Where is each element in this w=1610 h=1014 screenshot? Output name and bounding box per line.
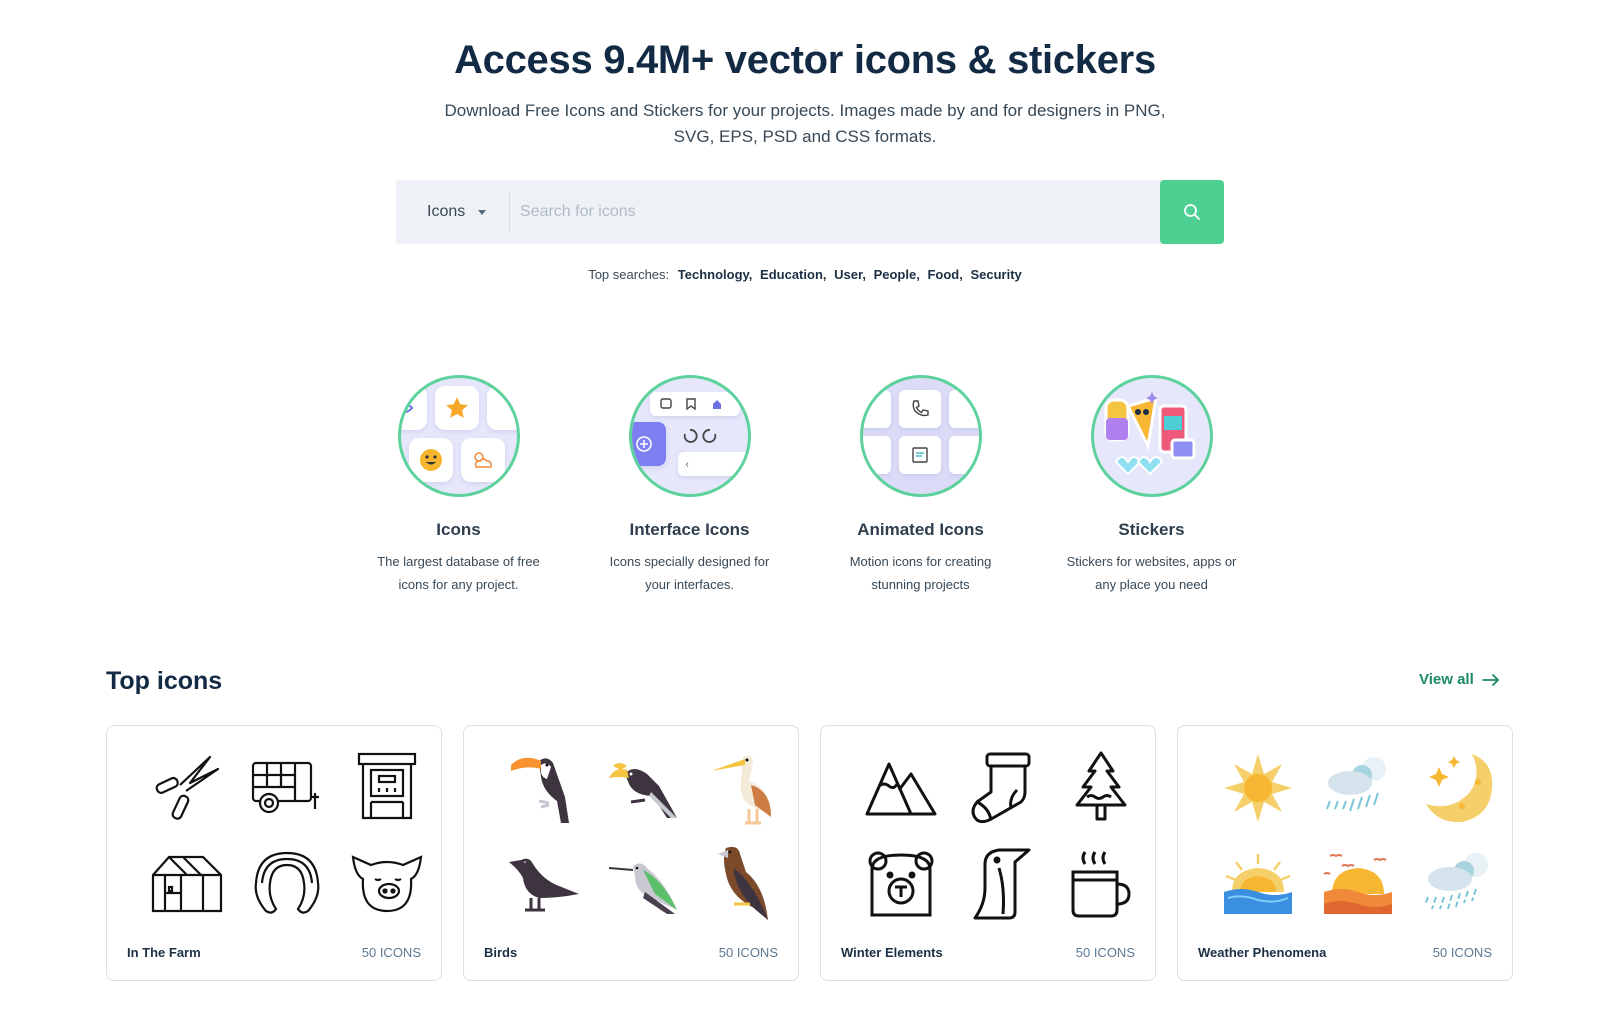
pack-name: Birds xyxy=(484,945,518,960)
toolbar-icons xyxy=(659,398,721,411)
top-search-link[interactable]: Security xyxy=(970,267,1021,282)
sunset-icon xyxy=(1323,854,1392,914)
top-searches-label: Top searches: xyxy=(588,267,670,282)
search-type-label: Icons xyxy=(427,203,466,220)
category-description: Motion icons for creating stunning proje… xyxy=(849,554,992,592)
caret-down-icon xyxy=(478,209,487,215)
hot-drink-icon xyxy=(1071,851,1131,918)
hornbill-icon xyxy=(609,763,677,818)
stickers-preview-image xyxy=(1090,375,1213,497)
view-all-label: View all xyxy=(1419,671,1474,688)
bear-icon xyxy=(868,851,934,917)
category-animated-icons[interactable]: Animated Icons Motion icons for creating… xyxy=(805,375,1036,596)
eye-icon xyxy=(400,403,413,413)
stickers-collage xyxy=(1104,392,1195,476)
icons-preview-image xyxy=(397,375,520,497)
category-title: Icons xyxy=(436,520,481,539)
pack-card[interactable]: Winter Elements 50 ICONS xyxy=(820,725,1156,981)
phone-icon xyxy=(912,400,929,417)
eagle-icon xyxy=(718,846,768,920)
horseshoe-icon xyxy=(254,851,320,914)
top-icons-title: Top icons xyxy=(106,667,223,695)
penguin-icon xyxy=(973,848,1031,920)
moon-stars-icon xyxy=(1426,754,1493,823)
icon-packs: In The Farm 50 ICONS Birds 50 ICONS Wint… xyxy=(106,725,1513,981)
rain-cloud-icon xyxy=(1326,757,1386,812)
toucan-icon xyxy=(511,757,569,823)
top-search-link[interactable]: People xyxy=(874,267,917,282)
category-list: Icons The largest database of free icons… xyxy=(0,375,1610,596)
category-stickers[interactable]: Stickers Stickers for websites, apps or … xyxy=(1036,375,1267,596)
sun-icon xyxy=(1224,754,1292,822)
animated-icons-preview-image xyxy=(859,375,982,497)
note-icon xyxy=(911,447,928,463)
greenhouse-icon xyxy=(151,855,223,913)
category-interface-icons[interactable]: ‹ Interface Icons Icons specially design… xyxy=(574,375,805,596)
pine-tree-icon xyxy=(1075,751,1127,821)
category-title: Interface Icons xyxy=(629,520,750,539)
sock-icon xyxy=(971,752,1031,824)
top-search-link[interactable]: Education xyxy=(760,267,823,282)
cloudy-sun-icon xyxy=(473,452,492,468)
pack-card[interactable]: Weather Phenomena 50 ICONS xyxy=(1177,725,1513,981)
incubator-icon xyxy=(357,752,417,820)
arrow-right-icon xyxy=(1481,673,1499,686)
pig-icon xyxy=(351,855,423,913)
interface-icons-preview-image: ‹ xyxy=(628,375,751,497)
sunrise-sea-icon xyxy=(1224,854,1292,914)
category-title: Animated Icons xyxy=(857,520,984,539)
undo-redo-icons xyxy=(683,429,716,443)
crow-icon xyxy=(509,858,579,912)
search-type-dropdown[interactable]: Icons xyxy=(396,192,510,232)
pack-count: 50 ICONS xyxy=(718,945,778,960)
pack-name: In The Farm xyxy=(127,945,201,960)
top-search-link[interactable]: User xyxy=(834,267,862,282)
star-icon xyxy=(445,397,468,418)
hero-title: Access 9.4M+ vector icons & stickers xyxy=(454,38,1156,82)
view-all-link[interactable]: View all xyxy=(1419,671,1500,688)
top-searches: Top searches: Technology, Education, Use… xyxy=(588,267,1022,282)
search-icon xyxy=(1184,204,1200,220)
search-input[interactable] xyxy=(510,180,1160,244)
category-icons[interactable]: Icons The largest database of free icons… xyxy=(343,375,574,596)
heavy-rain-icon xyxy=(1424,853,1488,910)
add-circle-icon xyxy=(635,436,652,452)
pack-count: 50 ICONS xyxy=(361,945,421,960)
category-description: The largest database of free icons for a… xyxy=(377,554,540,592)
livestock-trailer-icon xyxy=(251,761,319,814)
hummingbird-icon xyxy=(608,863,677,914)
pelican-icon xyxy=(711,755,771,825)
pack-count: 50 ICONS xyxy=(1075,945,1135,960)
pack-name: Winter Elements xyxy=(841,945,943,960)
top-search-link[interactable]: Technology xyxy=(678,267,749,282)
pruning-shears-icon xyxy=(155,755,220,820)
category-description: Icons specially designed for your interf… xyxy=(609,554,770,592)
top-search-link[interactable]: Food xyxy=(927,267,959,282)
smiley-icon xyxy=(419,449,442,471)
pack-card[interactable]: Birds 50 ICONS xyxy=(463,725,799,981)
category-title: Stickers xyxy=(1118,520,1185,539)
pack-card[interactable]: In The Farm 50 ICONS xyxy=(106,725,442,981)
hero-subtitle: Download Free Icons and Stickers for you… xyxy=(444,101,1166,146)
search-button[interactable] xyxy=(1160,180,1224,244)
search-bar: Icons xyxy=(396,180,1224,244)
mountains-icon xyxy=(865,762,937,816)
pack-count: 50 ICONS xyxy=(1432,945,1492,960)
category-description: Stickers for websites, apps or any place… xyxy=(1066,554,1237,592)
pack-name: Weather Phenomena xyxy=(1198,945,1327,960)
